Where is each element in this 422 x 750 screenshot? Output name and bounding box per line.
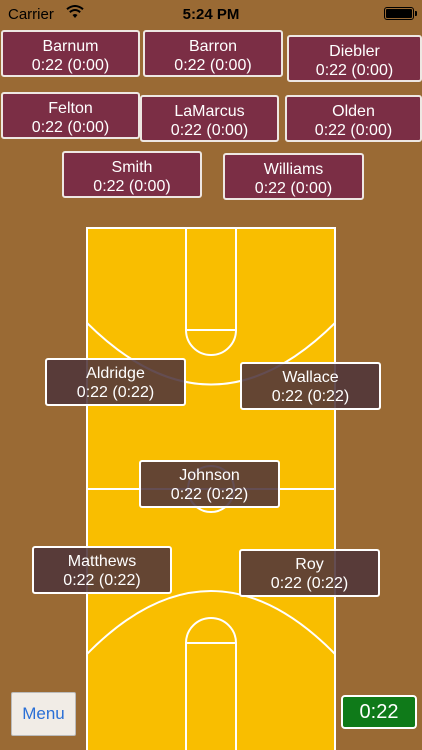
battery-icon xyxy=(384,7,417,20)
bench-player-felton[interactable]: Felton 0:22 (0:00) xyxy=(1,92,140,139)
player-time: 0:22 (0:00) xyxy=(174,57,252,74)
player-time: 0:22 (0:00) xyxy=(31,119,110,136)
player-time: 0:22 (0:00) xyxy=(93,178,171,195)
player-name: Smith xyxy=(111,159,153,176)
player-time: 0:22 (0:22) xyxy=(270,575,349,592)
player-name: Williams xyxy=(263,161,324,178)
bench-player-diebler[interactable]: Diebler 0:22 (0:00) xyxy=(287,35,422,82)
player-name: Olden xyxy=(332,103,375,120)
player-name: Johnson xyxy=(179,467,240,484)
court-player-johnson[interactable]: Johnson 0:22 (0:22) xyxy=(139,460,280,508)
clock-time: 5:24 PM xyxy=(182,6,240,23)
player-name: Barron xyxy=(188,38,238,55)
player-time: 0:22 (0:22) xyxy=(271,388,350,405)
player-time: 0:22 (0:00) xyxy=(315,62,394,79)
bench-player-barron[interactable]: Barron 0:22 (0:00) xyxy=(143,30,283,77)
player-name: Diebler xyxy=(329,43,380,60)
bench-player-barnum[interactable]: Barnum 0:22 (0:00) xyxy=(1,30,140,77)
player-time: 0:22 (0:00) xyxy=(254,180,333,197)
player-name: Matthews xyxy=(67,553,137,570)
player-time: 0:22 (0:00) xyxy=(170,122,249,139)
player-name: Wallace xyxy=(282,369,339,386)
bench-player-lamarcus[interactable]: LaMarcus 0:22 (0:00) xyxy=(140,95,279,142)
player-name: Aldridge xyxy=(86,365,145,382)
player-name: Roy xyxy=(295,556,324,573)
player-time: 0:22 (0:22) xyxy=(170,486,249,503)
court-player-matthews[interactable]: Matthews 0:22 (0:22) xyxy=(32,546,172,594)
player-time: 0:22 (0:22) xyxy=(63,572,141,589)
player-time: 0:22 (0:22) xyxy=(76,384,155,401)
game-clock-button[interactable]: 0:22 xyxy=(341,695,417,729)
player-time: 0:22 (0:00) xyxy=(31,57,110,74)
player-name: LaMarcus xyxy=(174,103,245,120)
court-player-aldridge[interactable]: Aldridge 0:22 (0:22) xyxy=(45,358,186,406)
status-bar: Carrier 5:24 PM xyxy=(0,0,422,28)
bench-player-williams[interactable]: Williams 0:22 (0:00) xyxy=(223,153,364,200)
court-player-roy[interactable]: Roy 0:22 (0:22) xyxy=(239,549,380,597)
player-name: Barnum xyxy=(42,38,99,55)
bench-player-olden[interactable]: Olden 0:22 (0:00) xyxy=(285,95,422,142)
bench-player-smith[interactable]: Smith 0:22 (0:00) xyxy=(62,151,202,198)
player-time: 0:22 (0:00) xyxy=(314,122,393,139)
menu-button[interactable]: Menu xyxy=(11,692,76,736)
player-name: Felton xyxy=(48,100,93,117)
court-player-wallace[interactable]: Wallace 0:22 (0:22) xyxy=(240,362,381,410)
